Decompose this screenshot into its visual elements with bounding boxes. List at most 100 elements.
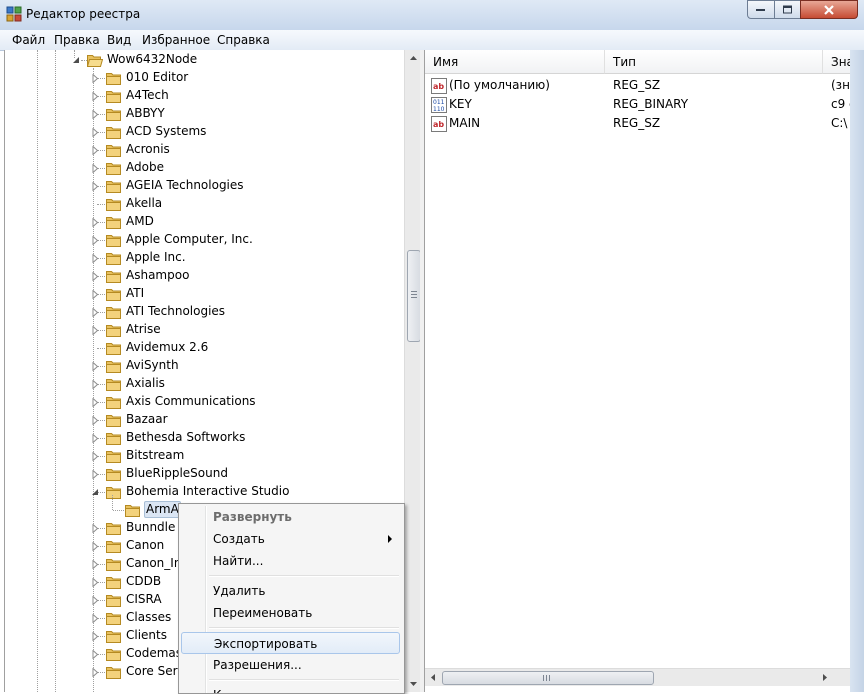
collapsed-arrow-icon[interactable] <box>92 110 99 119</box>
collapsed-arrow-icon[interactable] <box>92 470 99 479</box>
tree-item-label[interactable]: CISRA <box>125 591 163 608</box>
values-list[interactable]: Имя Тип Зна ab (По умолчанию) REG_SZ (зн 011… <box>424 50 852 692</box>
collapsed-arrow-icon[interactable] <box>92 254 99 263</box>
collapsed-arrow-icon[interactable] <box>92 398 99 407</box>
context-menu-item-label: Переименовать <box>213 606 313 620</box>
collapsed-arrow-icon[interactable] <box>92 92 99 101</box>
context-menu-item[interactable]: Разрешения... <box>181 654 400 676</box>
tree-item-label[interactable]: Apple Inc. <box>125 249 187 266</box>
collapsed-arrow-icon[interactable] <box>92 362 99 371</box>
svg-text:ab: ab <box>433 120 444 129</box>
tree-item-label[interactable]: Classes <box>125 609 172 626</box>
collapsed-arrow-icon[interactable] <box>92 596 99 605</box>
collapsed-arrow-icon[interactable] <box>92 434 99 443</box>
menu-help[interactable]: Справка <box>217 33 270 47</box>
context-menu-item[interactable]: Развернуть <box>181 506 400 528</box>
tree-item-label[interactable]: Bitstream <box>125 447 185 464</box>
tree-item-label[interactable]: AGEIA Technologies <box>125 177 245 194</box>
tree-item-label[interactable]: ABBYY <box>125 105 166 122</box>
collapsed-arrow-icon[interactable] <box>92 146 99 155</box>
tree-item-label[interactable]: Axialis <box>125 375 166 392</box>
collapsed-arrow-icon[interactable] <box>92 452 99 461</box>
collapsed-arrow-icon[interactable] <box>92 182 99 191</box>
collapsed-arrow-icon[interactable] <box>92 128 99 137</box>
tree-item-label[interactable]: Bethesda Softworks <box>125 429 246 446</box>
collapsed-arrow-icon[interactable] <box>92 650 99 659</box>
tree-item-label[interactable]: Clients <box>125 627 168 644</box>
collapsed-arrow-icon[interactable] <box>92 668 99 677</box>
collapsed-arrow-icon[interactable] <box>92 272 99 281</box>
close-button[interactable] <box>800 0 858 19</box>
submenu-arrow-icon <box>388 535 392 543</box>
tree-scroll-thumb[interactable] <box>407 250 421 342</box>
context-menu-item[interactable]: Удалить <box>181 580 400 602</box>
collapsed-arrow-icon[interactable] <box>92 524 99 533</box>
expanded-arrow-icon[interactable] <box>73 56 80 65</box>
tree-item-label[interactable]: Bunndle <box>125 519 176 536</box>
tree-item-label[interactable]: ATI <box>125 285 145 302</box>
scroll-left-arrow-icon[interactable] <box>425 669 442 686</box>
tree-item-label[interactable]: Avidemux 2.6 <box>125 339 209 356</box>
tree-item-label[interactable]: Canon <box>125 537 165 554</box>
tree-item-label[interactable]: ATI Technologies <box>125 303 226 320</box>
collapsed-arrow-icon[interactable] <box>92 542 99 551</box>
tree-item-label[interactable]: Akella <box>125 195 163 212</box>
collapsed-arrow-icon[interactable] <box>92 578 99 587</box>
tree-item-label[interactable]: CDDB <box>125 573 162 590</box>
column-header-type[interactable]: Тип <box>605 50 823 74</box>
list-horizontal-scrollbar[interactable] <box>425 668 851 686</box>
expanded-arrow-icon[interactable] <box>92 488 99 497</box>
collapsed-arrow-icon[interactable] <box>92 308 99 317</box>
collapsed-arrow-icon[interactable] <box>92 164 99 173</box>
context-menu-item[interactable]: Переименовать <box>181 602 400 624</box>
value-row[interactable]: ab MAIN REG_SZ C:\ <box>425 114 851 133</box>
collapsed-arrow-icon[interactable] <box>92 290 99 299</box>
scroll-right-arrow-icon[interactable] <box>816 669 833 686</box>
maximize-button[interactable] <box>774 0 801 19</box>
value-row[interactable]: ab (По умолчанию) REG_SZ (зн <box>425 76 851 95</box>
collapsed-arrow-icon[interactable] <box>92 236 99 245</box>
collapsed-arrow-icon[interactable] <box>92 560 99 569</box>
menu-view[interactable]: Вид <box>107 33 131 47</box>
tree-item-label[interactable]: Atrise <box>125 321 162 338</box>
title-bar: Редактор реестра <box>0 0 864 30</box>
folder-open-icon <box>87 55 103 67</box>
collapsed-arrow-icon[interactable] <box>92 74 99 83</box>
context-menu[interactable]: Развернуть Создать Найти... Удалить Переимен… <box>178 503 405 694</box>
tree-item-label[interactable]: Acronis <box>125 141 171 158</box>
tree-item-label[interactable]: Axis Communications <box>125 393 257 410</box>
tree-item-label[interactable]: Bazaar <box>125 411 169 428</box>
collapsed-arrow-icon[interactable] <box>92 218 99 227</box>
tree-item-label[interactable]: AMD <box>125 213 155 230</box>
context-menu-item[interactable]: Экспортировать <box>181 632 400 654</box>
tree-item-label[interactable]: BlueRippleSound <box>125 465 229 482</box>
column-header-name[interactable]: Имя <box>425 50 605 74</box>
tree-item-label[interactable]: ArmA <box>144 501 181 518</box>
tree-item-label[interactable]: AviSynth <box>125 357 180 374</box>
collapsed-arrow-icon[interactable] <box>92 632 99 641</box>
tree-item-label[interactable]: 010 Editor <box>125 69 189 86</box>
collapsed-arrow-icon[interactable] <box>92 326 99 335</box>
tree-root-label[interactable]: Wow6432Node <box>106 51 198 68</box>
menu-edit[interactable]: Правка <box>54 33 100 47</box>
context-menu-item[interactable]: К <box>181 684 400 693</box>
collapsed-arrow-icon[interactable] <box>92 614 99 623</box>
tree-item-label[interactable]: Apple Computer, Inc. <box>125 231 254 248</box>
collapsed-arrow-icon[interactable] <box>92 380 99 389</box>
tree-item-label[interactable]: A4Tech <box>125 87 170 104</box>
tree-item-label[interactable]: Adobe <box>125 159 165 176</box>
context-menu-item[interactable]: Создать <box>181 528 400 550</box>
list-scroll-thumb[interactable] <box>442 671 654 685</box>
minimize-button[interactable] <box>747 0 775 19</box>
collapsed-arrow-icon[interactable] <box>92 416 99 425</box>
tree-item-label[interactable]: Bohemia Interactive Studio <box>125 483 290 500</box>
menu-favorites[interactable]: Избранное <box>142 33 210 47</box>
tree-item-label[interactable]: Ashampoo <box>125 267 190 284</box>
menu-separator <box>209 627 399 629</box>
value-row[interactable]: 011110KEYREG_BINARYc9 c <box>425 95 851 114</box>
tree-item-label[interactable]: ACD Systems <box>125 123 207 140</box>
menu-file[interactable]: Файл <box>12 33 45 47</box>
minimize-icon <box>756 8 765 11</box>
context-menu-item[interactable]: Найти... <box>181 550 400 572</box>
column-header-data[interactable]: Зна <box>823 50 851 74</box>
